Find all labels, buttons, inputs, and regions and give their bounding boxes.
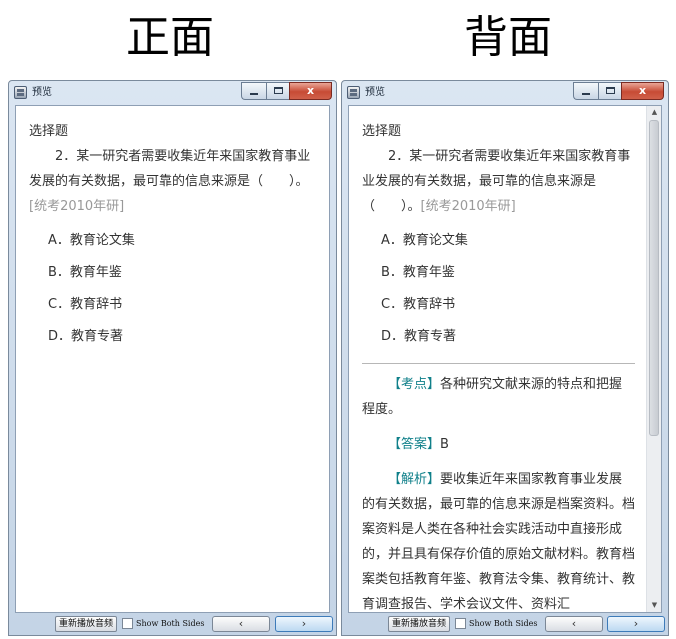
question-source: [统考2010年研] (29, 199, 125, 214)
show-both-sides-checkbox[interactable] (455, 618, 466, 629)
question-stem-text: 2．某一研究者需要收集近年来国家教育事业发展的有关数据，最可靠的信息来源是（ ）… (29, 149, 311, 189)
bottom-bar: 重新播放音频 Show Both Sides ‹ › (9, 613, 336, 635)
next-button[interactable]: › (275, 616, 333, 632)
kaodian-paragraph: 【考点】各种研究文献来源的特点和把握程度。 (362, 372, 635, 422)
question-stem: 2．某一研究者需要收集近年来国家教育事业发展的有关数据，最可靠的信息来源是（ ）… (29, 144, 315, 219)
show-both-sides-label: Show Both Sides (136, 619, 205, 628)
chevron-left-icon: ‹ (238, 617, 244, 630)
title-bar[interactable]: 预览 x (9, 81, 336, 105)
vertical-scrollbar[interactable]: ▲ ▼ (646, 106, 661, 612)
preview-window-back: 预览 x 选择题 2．某一研究者需要收集近年来国家教育事业发展的有关数据，最可靠… (341, 80, 669, 636)
show-both-sides-checkbox[interactable] (122, 618, 133, 629)
option-c: C．教育辞书 (48, 297, 123, 312)
option-a: A．教育论文集 (48, 233, 135, 248)
card-content: 选择题 2．某一研究者需要收集近年来国家教育事业发展的有关数据，最可靠的信息来源… (15, 105, 330, 613)
next-button[interactable]: › (607, 616, 665, 632)
minimize-icon (582, 93, 590, 95)
app-icon (347, 86, 360, 99)
preview-window-front: 预览 x 选择题 2．某一研究者需要收集近年来国家教育事业发展的有关数据，最可靠… (8, 80, 337, 636)
explanation-tag: 【解析】 (388, 472, 441, 487)
maximize-button[interactable] (598, 82, 621, 100)
minimize-button[interactable] (573, 82, 598, 100)
kaodian-tag: 【考点】 (388, 377, 441, 392)
minimize-icon (250, 93, 258, 95)
card-content[interactable]: 选择题 2．某一研究者需要收集近年来国家教育事业发展的有关数据，最可靠的信息来源… (348, 105, 662, 613)
chevron-right-icon: › (633, 617, 639, 630)
option-c: C．教育辞书 (381, 297, 456, 312)
question-body: 选择题 2．某一研究者需要收集近年来国家教育事业发展的有关数据，最可靠的信息来源… (29, 119, 315, 353)
previous-button[interactable]: ‹ (545, 616, 603, 632)
chevron-right-icon: › (301, 617, 307, 630)
show-both-sides-label: Show Both Sides (469, 619, 538, 628)
front-heading: 正面 (126, 12, 214, 63)
maximize-button[interactable] (266, 82, 289, 100)
window-title: 预览 (365, 87, 385, 98)
question-source: [统考2010年研] (420, 199, 516, 214)
chevron-left-icon: ‹ (571, 617, 577, 630)
question-body: 选择题 2．某一研究者需要收集近年来国家教育事业发展的有关数据，最可靠的信息来源… (362, 119, 636, 612)
close-icon: x (306, 84, 315, 97)
option-list: A．教育论文集 B．教育年鉴 C．教育辞书 D．教育专著 (29, 225, 315, 353)
maximize-icon (606, 87, 615, 94)
close-button[interactable]: x (289, 82, 332, 100)
option-d: D．教育专著 (381, 329, 457, 344)
answer-divider (362, 363, 635, 364)
option-b: B．教育年鉴 (48, 265, 122, 280)
option-a: A．教育论文集 (381, 233, 468, 248)
question-type: 选择题 (29, 124, 69, 139)
scroll-down-icon[interactable]: ▼ (647, 599, 661, 612)
option-b: B．教育年鉴 (381, 265, 455, 280)
previous-button[interactable]: ‹ (212, 616, 270, 632)
title-bar[interactable]: 预览 x (342, 81, 668, 105)
scrollbar-thumb[interactable] (649, 120, 659, 436)
replay-audio-button[interactable]: 重新播放音频 (55, 616, 117, 632)
question-stem: 2．某一研究者需要收集近年来国家教育事业发展的有关数据，最可靠的信息来源是（ ）… (362, 144, 635, 219)
explanation-text: 要收集近年来国家教育事业发展的有关数据，最可靠的信息来源是档案资料。档案资料是人… (362, 472, 636, 612)
window-title: 预览 (32, 87, 52, 98)
app-icon (14, 86, 27, 99)
option-list: A．教育论文集 B．教育年鉴 C．教育辞书 D．教育专著 (362, 225, 635, 353)
answer-text: B (440, 437, 449, 452)
close-icon: x (638, 84, 647, 97)
close-button[interactable]: x (621, 82, 664, 100)
maximize-icon (274, 87, 283, 94)
scroll-up-icon[interactable]: ▲ (647, 106, 661, 119)
bottom-bar: 重新播放音频 Show Both Sides ‹ › (342, 613, 668, 635)
explanation-paragraph: 【解析】要收集近年来国家教育事业发展的有关数据，最可靠的信息来源是档案资料。档案… (362, 467, 636, 612)
back-heading: 背面 (464, 12, 552, 63)
question-type: 选择题 (362, 124, 402, 139)
window-controls: x (573, 82, 664, 100)
answer-tag: 【答案】 (388, 437, 441, 452)
answer-paragraph: 【答案】B (362, 432, 635, 457)
replay-audio-button[interactable]: 重新播放音频 (388, 616, 450, 632)
window-controls: x (241, 82, 332, 100)
minimize-button[interactable] (241, 82, 266, 100)
option-d: D．教育专著 (48, 329, 124, 344)
